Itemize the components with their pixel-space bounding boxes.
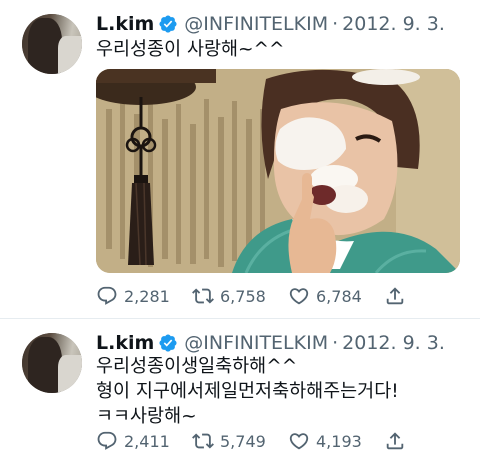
retweet-button[interactable]: 6,758 [192, 285, 288, 307]
tweet-text-line: 우리성종이 사랑해~^^ [96, 39, 285, 60]
avatar[interactable] [22, 14, 82, 74]
tweet[interactable]: L.kim @INFINITELKIM · 2012. 9. 3. 우리성종이 … [0, 0, 480, 318]
reply-icon [97, 431, 117, 450]
tweet-text: 우리성종이 사랑해~^^ [96, 37, 285, 62]
tweet-text-line: 형이 지구에서제일먼저축하해주는거다! [96, 381, 399, 402]
user-handle[interactable]: @INFINITELKIM [184, 332, 328, 354]
tweet[interactable]: L.kim @INFINITELKIM · 2012. 9. 3. 우리성종이생… [0, 319, 480, 465]
verified-badge-icon [159, 15, 177, 33]
tweet-text-line: 우리성종이생일축하해^^ [96, 356, 298, 377]
user-handle[interactable]: @INFINITELKIM [184, 13, 328, 35]
separator: · [332, 332, 339, 354]
share-icon [386, 287, 404, 305]
verified-badge-icon [159, 334, 177, 352]
reply-icon [97, 286, 117, 305]
tweet-actions: 2,281 6,758 6,784 [96, 284, 416, 308]
like-button[interactable]: 4,193 [288, 430, 384, 452]
share-button[interactable] [384, 285, 414, 307]
retweet-icon [192, 288, 214, 304]
like-count: 6,784 [316, 286, 362, 306]
avatar[interactable] [22, 333, 82, 393]
heart-icon [289, 288, 309, 305]
reply-button[interactable]: 2,411 [96, 430, 192, 452]
heart-icon [289, 433, 309, 450]
like-count: 4,193 [316, 431, 362, 451]
tweet-text-line: ㅋㅋ사랑해~ [96, 406, 197, 427]
display-name[interactable]: L.kim [96, 332, 154, 354]
reply-count: 2,281 [124, 286, 170, 306]
share-button[interactable] [384, 430, 414, 452]
tweet-header: L.kim @INFINITELKIM · 2012. 9. 3. [96, 10, 445, 38]
display-name[interactable]: L.kim [96, 13, 154, 35]
tweet-header: L.kim @INFINITELKIM · 2012. 9. 3. [96, 329, 445, 357]
tweet-photo[interactable] [96, 69, 460, 273]
like-button[interactable]: 6,784 [288, 285, 384, 307]
tweet-actions: 2,411 5,749 4,193 [96, 429, 416, 453]
retweet-count: 6,758 [220, 286, 266, 306]
reply-count: 2,411 [124, 431, 170, 451]
tweet-text: 우리성종이생일축하해^^ 형이 지구에서제일먼저축하해주는거다! ㅋㅋ사랑해~ [96, 354, 399, 429]
tweet-date[interactable]: 2012. 9. 3. [342, 13, 445, 35]
share-icon [386, 432, 404, 450]
tweet-date[interactable]: 2012. 9. 3. [342, 332, 445, 354]
retweet-button[interactable]: 5,749 [192, 430, 288, 452]
retweet-count: 5,749 [220, 431, 266, 451]
retweet-icon [192, 433, 214, 449]
reply-button[interactable]: 2,281 [96, 285, 192, 307]
separator: · [332, 13, 339, 35]
